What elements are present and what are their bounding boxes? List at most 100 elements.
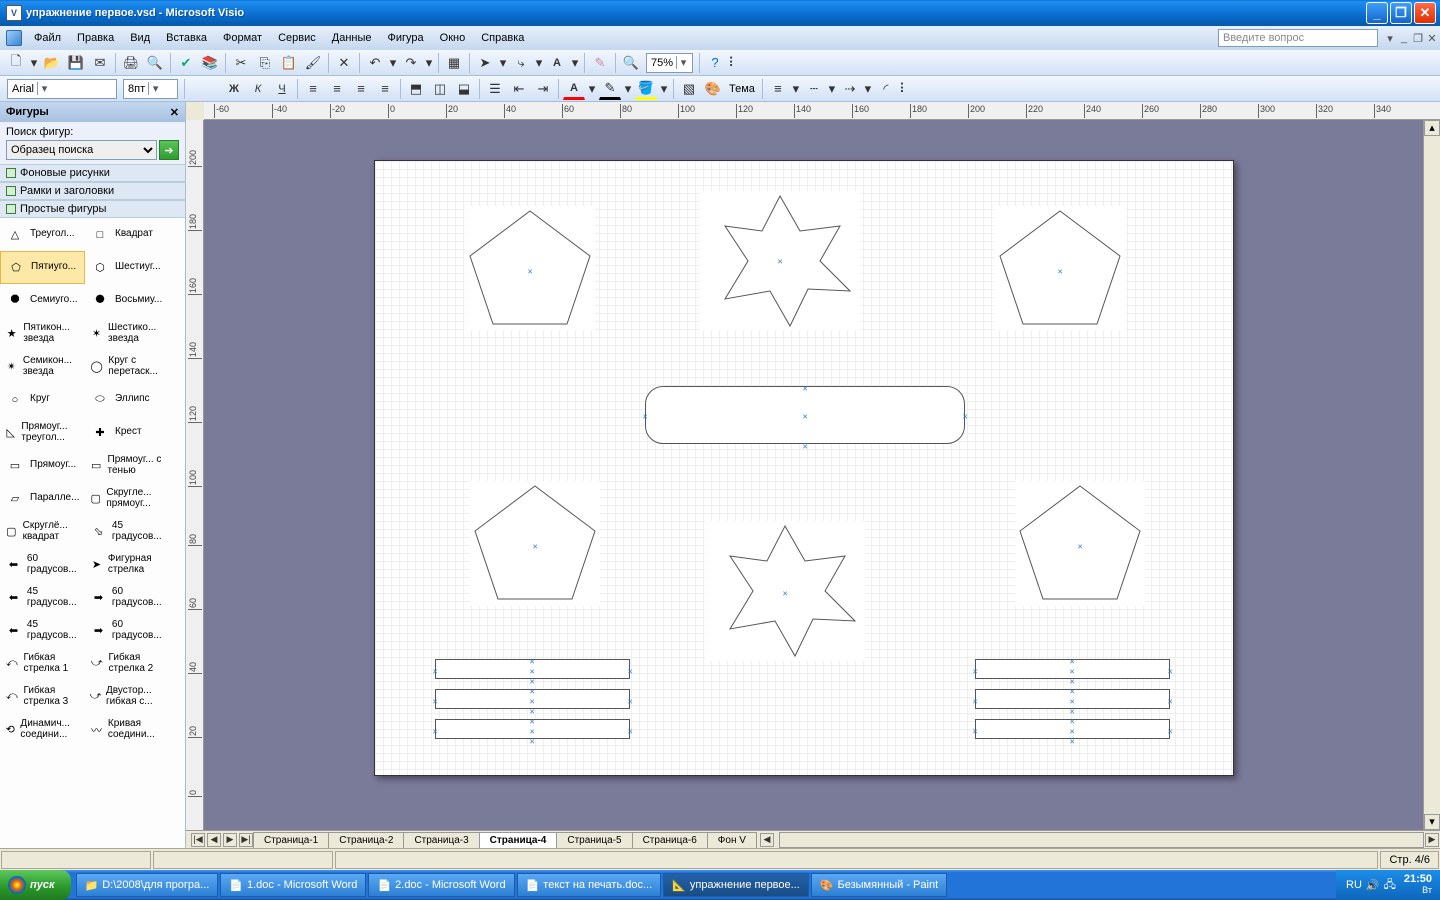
page-tab[interactable]: Страница-2: [328, 832, 404, 848]
connector-tool-icon[interactable]: ⤷: [510, 52, 532, 74]
pointer-dropdown-icon[interactable]: ▾: [498, 52, 508, 74]
palette-shape-item[interactable]: ⬠Пятиуго...: [0, 251, 85, 284]
menu-shape[interactable]: Фигура: [380, 29, 432, 47]
tray-network-icon[interactable]: 🖧: [1384, 876, 1396, 895]
system-tray[interactable]: RU 🔊 🖧 21:50Вт: [1336, 870, 1440, 900]
connection-point-marker[interactable]: [1070, 707, 1075, 712]
align-middle-icon[interactable]: ◫: [429, 78, 451, 100]
research-icon[interactable]: 📚: [199, 52, 221, 74]
line-weight-icon[interactable]: ≡: [767, 78, 789, 100]
palette-shape-item[interactable]: ➡60 градусов...: [85, 614, 170, 647]
connection-point-marker[interactable]: [803, 384, 808, 389]
text-dropdown-icon[interactable]: ▾: [570, 52, 580, 74]
palette-shape-item[interactable]: ✴Семикон... звезда: [0, 350, 85, 383]
tab-nav-next-icon[interactable]: ▶: [223, 833, 237, 847]
connection-point-marker[interactable]: [1168, 667, 1173, 672]
palette-shape-item[interactable]: △Треугол...: [0, 218, 85, 251]
palette-shape-item[interactable]: 〰Кривая соедини...: [85, 713, 170, 746]
palette-shape-item[interactable]: ⯃Семиуго...: [0, 284, 85, 317]
font-color-dropdown-icon[interactable]: ▾: [587, 78, 597, 100]
copy-icon[interactable]: ⎘: [254, 52, 276, 74]
maximize-button[interactable]: ❐: [1390, 2, 1412, 24]
taskbar-item[interactable]: 🎨Безымянный - Paint: [811, 873, 947, 897]
connection-point-marker[interactable]: [1168, 727, 1173, 732]
drawing-page[interactable]: [374, 160, 1234, 776]
connection-point-marker[interactable]: [628, 697, 633, 702]
connection-point-marker[interactable]: [530, 707, 535, 712]
email-icon[interactable]: ✉: [89, 52, 111, 74]
connection-point-marker[interactable]: [530, 717, 535, 722]
connection-point-marker[interactable]: [530, 687, 535, 692]
mdi-minimize-button[interactable]: _: [1398, 32, 1410, 44]
stencil-basic-shapes[interactable]: Простые фигуры: [0, 200, 185, 218]
palette-shape-item[interactable]: ⬂45 градусов...: [85, 515, 170, 548]
ink-icon[interactable]: ✎: [589, 52, 611, 74]
page-tab[interactable]: Страница-3: [403, 832, 479, 848]
line-pattern-icon[interactable]: ┄: [803, 78, 825, 100]
connection-point-marker[interactable]: [433, 667, 438, 672]
palette-shape-item[interactable]: ➤Фигурная стрелка: [85, 548, 170, 581]
connection-point-marker[interactable]: [628, 727, 633, 732]
palette-shape-item[interactable]: ◯Круг с перетаск...: [85, 350, 170, 383]
horizontal-scrollbar[interactable]: [779, 832, 1424, 848]
minimize-button[interactable]: _: [1366, 2, 1388, 24]
shapes-search-input[interactable]: Образец поиска: [6, 140, 157, 160]
connection-point-marker[interactable]: [1070, 687, 1075, 692]
line-color-dropdown-icon[interactable]: ▾: [623, 78, 633, 100]
zoom-combo[interactable]: 75%▾: [646, 53, 693, 73]
taskbar-item[interactable]: 📄2.doc - Microsoft Word: [368, 873, 514, 897]
align-center-icon[interactable]: ≡: [326, 78, 348, 100]
close-button[interactable]: ✕: [1414, 2, 1436, 24]
palette-shape-item[interactable]: ★Пятикон... звезда: [0, 317, 85, 350]
connection-point-marker[interactable]: [1070, 657, 1075, 662]
increase-indent-icon[interactable]: ⇥: [532, 78, 554, 100]
palette-shape-item[interactable]: ▭Прямоуг... с тенью: [85, 449, 170, 482]
menu-service[interactable]: Сервис: [270, 29, 324, 47]
font-name-combo[interactable]: Arial▾: [7, 79, 117, 99]
menu-file[interactable]: Файл: [26, 29, 69, 47]
vertical-scrollbar[interactable]: ▴ ▾: [1423, 120, 1440, 830]
help-dropdown-icon[interactable]: ▾: [1384, 32, 1396, 44]
pointer-tool-icon[interactable]: ➤: [474, 52, 496, 74]
connection-point-marker[interactable]: [1070, 697, 1075, 702]
mdi-close-button[interactable]: ✕: [1426, 32, 1438, 44]
cut-icon[interactable]: ✂: [230, 52, 252, 74]
tray-volume-icon[interactable]: 🔊: [1366, 879, 1380, 892]
bullets-icon[interactable]: ☰: [484, 78, 506, 100]
shapes-search-go-button[interactable]: ➔: [159, 140, 179, 160]
connection-point-marker[interactable]: [803, 442, 808, 447]
font-color-icon[interactable]: A: [563, 78, 585, 100]
line-pattern-dropdown-icon[interactable]: ▾: [827, 78, 837, 100]
connection-point-marker[interactable]: [643, 412, 648, 417]
menu-data[interactable]: Данные: [324, 29, 380, 47]
line-ends-icon[interactable]: ⇢: [839, 78, 861, 100]
connection-point-marker[interactable]: [530, 657, 535, 662]
connector-dropdown-icon[interactable]: ▾: [534, 52, 544, 74]
theme-icon[interactable]: 🎨: [702, 78, 724, 100]
connection-point-marker[interactable]: [530, 727, 535, 732]
connection-point-marker[interactable]: [1070, 727, 1075, 732]
hscroll-right-icon[interactable]: ▶: [1425, 833, 1439, 847]
palette-shape-item[interactable]: ⬅45 градусов...: [0, 581, 85, 614]
connection-point-marker[interactable]: [533, 542, 538, 547]
connection-point-marker[interactable]: [963, 412, 968, 417]
align-top-icon[interactable]: ⬒: [405, 78, 427, 100]
taskbar-item[interactable]: 📄текст на печать.doc...: [517, 873, 662, 897]
save-icon[interactable]: 💾: [65, 52, 87, 74]
palette-shape-item[interactable]: ◺Прямоуг... треугол...: [0, 416, 85, 449]
new-document-icon[interactable]: 🗋: [5, 52, 27, 74]
redo-dropdown-icon[interactable]: ▾: [424, 52, 434, 74]
stencil-backgrounds[interactable]: Фоновые рисунки: [0, 164, 185, 182]
undo-dropdown-icon[interactable]: ▾: [388, 52, 398, 74]
palette-shape-item[interactable]: ⬡Шестиуг...: [85, 251, 170, 284]
new-dropdown-icon[interactable]: ▾: [29, 52, 39, 74]
page-tab[interactable]: Страница-5: [556, 832, 632, 848]
connection-point-marker[interactable]: [973, 697, 978, 702]
underline-icon[interactable]: Ч: [271, 78, 293, 100]
decrease-indent-icon[interactable]: ⇤: [508, 78, 530, 100]
connection-point-marker[interactable]: [433, 697, 438, 702]
mdi-restore-button[interactable]: ❐: [1412, 32, 1424, 44]
undo-icon[interactable]: ↶: [364, 52, 386, 74]
format-painter-icon[interactable]: 🖌: [302, 52, 324, 74]
drawing-canvas[interactable]: [204, 120, 1423, 830]
